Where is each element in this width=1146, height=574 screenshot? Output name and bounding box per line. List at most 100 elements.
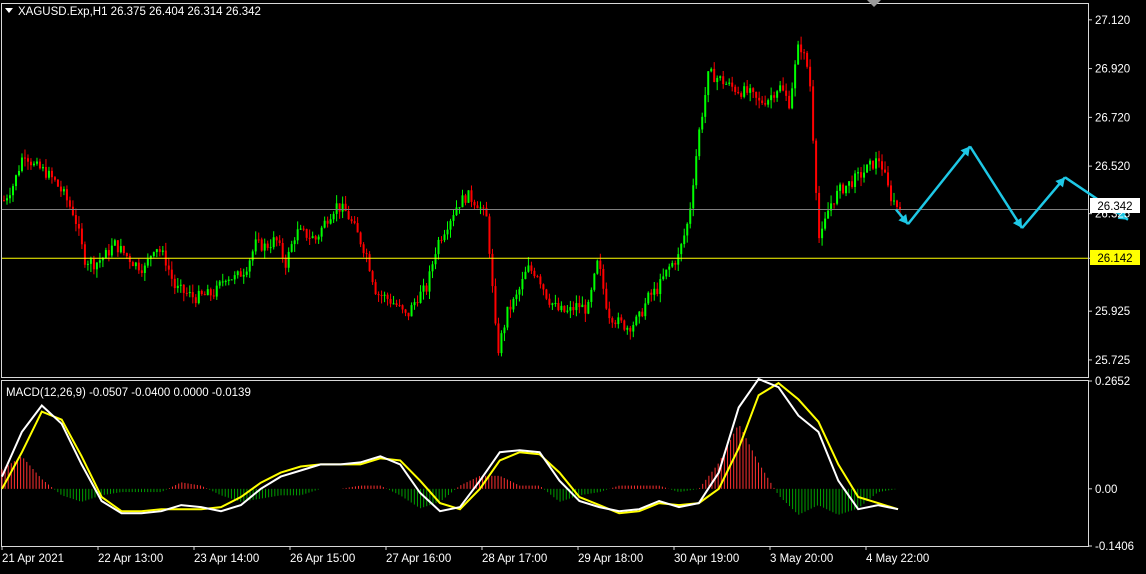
candle-body [719,76,722,78]
candle-body [770,95,773,101]
candle-body [650,292,653,295]
candle-body [458,207,461,209]
candle-body [437,239,440,255]
candle-body [515,294,518,299]
current-price-label: 26.342 [1097,201,1132,213]
main-panel-header: XAGUSD.Exp,H1 26.375 26.404 26.314 26.34… [18,6,261,18]
candle-body [584,304,587,314]
candle-body [173,278,176,289]
candle-body [734,86,737,92]
level-price-label: 26.142 [1097,253,1132,265]
candle-body [41,167,44,169]
candle-body [53,177,56,180]
candle-body [740,93,743,97]
macd-tick-label: 0.2652 [1095,376,1130,388]
candle-body [503,327,506,334]
candle-body [851,181,854,187]
candle-body [725,83,728,85]
candle-body [281,243,284,258]
candle-body [647,292,650,304]
candle-body [311,236,314,239]
candle-body [3,200,5,202]
candle-body [848,181,851,186]
candle-body [233,275,236,280]
candle-body [8,195,11,199]
candle-body [464,195,467,203]
candle-body [14,175,17,187]
candle-body [443,234,446,241]
candle-body [794,64,797,89]
candle-body [761,100,764,104]
candle-body [71,206,74,216]
macd-tick-label: 0.00 [1095,484,1117,496]
candle-body [863,172,866,178]
candle-body [416,302,419,304]
candle-body [227,279,230,281]
candle-body [287,251,290,268]
candle-body [137,262,140,271]
price-tick-label: 26.720 [1095,112,1130,124]
candle-body [461,195,464,208]
candle-body [125,253,128,257]
candle-body [569,306,572,311]
candle-body [893,200,896,202]
candle-body [221,281,224,283]
candle-body [278,240,281,244]
candle-body [389,298,392,304]
candle-body [122,246,125,254]
candle-body [872,160,875,169]
candle-body [788,95,791,109]
candle-body [128,256,131,263]
chart-canvas[interactable]: 27.12026.92026.72026.52026.32526.14225.9… [0,0,1146,569]
candle-body [764,103,767,105]
chart-window[interactable]: 27.12026.92026.72026.52026.32526.14225.9… [0,0,1146,569]
candle-body [326,220,329,224]
candle-body [428,271,431,292]
candle-body [401,305,404,310]
candle-body [449,220,452,230]
candle-body [305,229,308,238]
candle-body [245,271,248,275]
candle-body [296,229,299,241]
candle-body [398,305,401,307]
candle-body [620,317,623,321]
macd-tick-label: -0.1406 [1095,541,1134,553]
candle-body [215,285,218,297]
candle-body [413,302,416,306]
candle-body [659,279,662,294]
candle-body [161,250,164,252]
candle-body [440,239,443,241]
time-tick-label: 4 May 22:00 [866,553,929,565]
candle-body [386,294,389,299]
candle-body [47,170,50,178]
candle-body [488,216,491,254]
candle-body [329,219,332,224]
candle-body [680,244,683,255]
candle-body [263,243,266,251]
candle-body [593,273,596,290]
price-tick-label: 26.920 [1095,64,1130,76]
candle-body [317,236,320,240]
candle-body [257,239,260,241]
candle-body [92,258,95,270]
candle-body [707,71,710,96]
candle-body [230,279,233,281]
candle-body [890,185,893,202]
candle-body [743,86,746,97]
candle-body [95,262,98,270]
candle-body [134,262,137,267]
candle-body [20,157,23,171]
candle-body [626,327,629,330]
candle-body [11,186,14,196]
candle-body [641,311,644,317]
candle-body [35,161,38,164]
candle-body [500,333,503,354]
candle-body [26,158,29,162]
candle-body [845,185,848,194]
candle-body [884,169,887,173]
candle-body [752,88,755,92]
macd-panel-header: MACD(12,26,9) -0.0507 -0.0400 0.0000 -0.… [6,387,251,399]
candle-body [692,185,695,209]
candle-body [857,172,860,174]
candle-body [704,95,707,117]
